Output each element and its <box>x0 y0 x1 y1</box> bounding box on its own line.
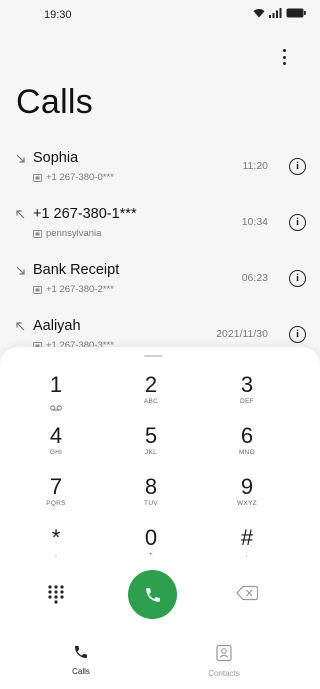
phone-number: +1 267-380-0*** <box>46 172 114 183</box>
more-options-button[interactable] <box>276 48 292 66</box>
incoming-call-icon <box>16 154 25 163</box>
more-dot <box>282 55 286 59</box>
more-dot <box>282 49 286 52</box>
dialpad-key-8[interactable]: 8 TUV <box>116 474 186 518</box>
key-letters: , <box>54 551 58 558</box>
call-log-list: Sophia +1 267-380-0*** 11:20 i +1 267-38… <box>0 140 320 364</box>
drag-handle[interactable] <box>144 355 162 357</box>
call-detail: +1 267-380-0*** <box>33 172 114 183</box>
dialpad-key-hash[interactable]: # ; <box>212 525 282 569</box>
nav-calls-label: Calls <box>72 667 90 676</box>
key-digit: 2 <box>144 372 158 397</box>
call-log-item[interactable]: Sophia +1 267-380-0*** 11:20 i <box>0 140 320 196</box>
dialpad-key-9[interactable]: 9 WXYZ <box>212 474 282 518</box>
sim-card-icon <box>33 285 42 294</box>
dialpad-key-5[interactable]: 5 JKL <box>116 423 186 467</box>
key-letters: + <box>148 551 154 558</box>
location-label: pennsylvania <box>46 228 102 239</box>
contact-name: +1 267-380-1*** <box>33 206 137 222</box>
key-letters: GHI <box>49 449 63 456</box>
contacts-icon <box>216 644 232 662</box>
key-letters: TUV <box>144 500 158 507</box>
key-digit: 9 <box>240 474 254 499</box>
key-digit: 5 <box>144 423 158 448</box>
contact-name: Bank Receipt <box>33 262 120 278</box>
info-icon[interactable]: i <box>289 326 306 343</box>
info-icon[interactable]: i <box>289 270 306 287</box>
dialpad-key-0[interactable]: 0 + <box>116 525 186 569</box>
call-time: 06:23 <box>241 272 268 284</box>
key-digit: 6 <box>240 423 254 448</box>
nav-contacts-label: Contacts <box>208 669 240 678</box>
status-bar: 19:30 <box>0 0 320 32</box>
page-title: Calls <box>16 83 94 121</box>
status-icons <box>253 8 306 18</box>
call-detail: +1 267-380-2*** <box>33 284 114 295</box>
nav-calls-tab[interactable]: Calls <box>41 644 121 676</box>
sim-card-icon <box>33 229 42 238</box>
info-icon[interactable]: i <box>289 214 306 231</box>
more-dot <box>282 62 286 65</box>
info-icon[interactable]: i <box>289 158 306 175</box>
sim-card-icon <box>33 173 42 182</box>
outgoing-call-icon <box>16 322 25 331</box>
key-letters: ABC <box>143 398 159 405</box>
wifi-icon <box>253 9 265 18</box>
contact-name: Sophia <box>33 150 79 166</box>
dialpad-key-star[interactable]: * , <box>21 525 91 569</box>
key-digit: 1 <box>49 372 63 397</box>
backspace-button[interactable] <box>236 585 259 601</box>
call-time: 10:34 <box>241 216 268 228</box>
key-letters: ; <box>245 551 249 558</box>
phone-number: +1 267-380-2*** <box>46 284 114 295</box>
call-time: 2021/11/30 <box>216 328 268 340</box>
dialpad-key-6[interactable]: 6 MNO <box>212 423 282 467</box>
backspace-icon <box>236 585 259 601</box>
key-digit: 3 <box>240 372 254 397</box>
voicemail-icon <box>50 405 62 411</box>
dialpad-key-4[interactable]: 4 GHI <box>21 423 91 467</box>
key-digit: # <box>240 525 254 550</box>
dialpad-toggle-button[interactable] <box>46 584 66 604</box>
dialpad-key-1[interactable]: 1 <box>21 372 91 416</box>
key-digit: * <box>51 525 61 550</box>
battery-icon <box>286 8 306 18</box>
phone-icon <box>75 646 87 658</box>
call-detail: pennsylvania <box>33 228 101 239</box>
key-letters: JKL <box>144 449 158 456</box>
dialpad-key-3[interactable]: 3 DEF <box>212 372 282 416</box>
nav-contacts-tab[interactable]: Contacts <box>184 644 264 678</box>
key-letters: WXYZ <box>237 500 257 507</box>
call-log-item[interactable]: +1 267-380-1*** pennsylvania 10:34 i <box>0 196 320 252</box>
key-digit: 4 <box>49 423 63 448</box>
key-digit: 8 <box>144 474 158 499</box>
key-digit: 0 <box>144 525 158 550</box>
dialpad-key-7[interactable]: 7 PQRS <box>21 474 91 518</box>
contact-name: Aaliyah <box>33 318 81 334</box>
phone-icon <box>145 587 160 602</box>
dialpad-key-2[interactable]: 2 ABC <box>116 372 186 416</box>
status-time: 19:30 <box>44 9 72 21</box>
dialpad-grid-icon <box>48 585 64 604</box>
call-button[interactable] <box>128 570 177 619</box>
call-time: 11:20 <box>242 160 269 172</box>
outgoing-call-icon <box>16 210 25 219</box>
key-digit: 7 <box>49 474 63 499</box>
signal-icon <box>269 8 282 18</box>
key-letters: MNO <box>238 449 256 456</box>
bottom-navigation: Calls Contacts <box>0 640 320 689</box>
call-log-item[interactable]: Bank Receipt +1 267-380-2*** 06:23 i <box>0 252 320 308</box>
key-letters: DEF <box>240 398 254 405</box>
incoming-call-icon <box>16 266 25 275</box>
key-letters: PQRS <box>46 500 66 507</box>
